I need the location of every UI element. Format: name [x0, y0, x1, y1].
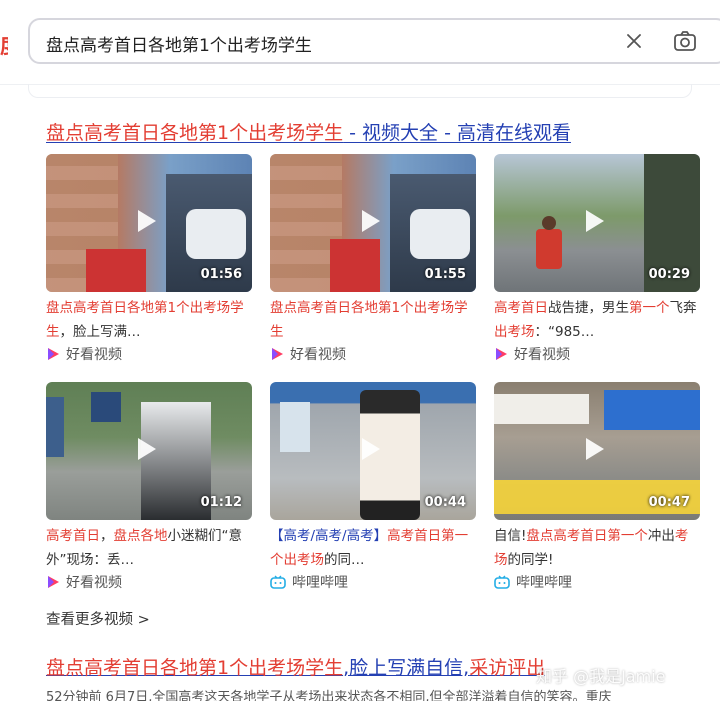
video-card[interactable]: 00:47 自信!盘点高考首日第一个冲出考场的同学! 哔哩哔哩 — [494, 382, 704, 610]
video-card[interactable]: 01:55 盘点高考首日各地第1个出考场学生 好看视频 — [270, 154, 480, 382]
logo-fragment: 度 — [0, 30, 8, 60]
video-title[interactable]: 盘点高考首日各地第1个出考场学生，脸上写满… — [46, 296, 252, 344]
video-source[interactable]: 哔哩哔哩 — [494, 572, 572, 592]
source-name: 好看视频 — [514, 347, 570, 363]
more-videos-link[interactable]: 查看更多视频 > — [46, 608, 150, 629]
video-duration: 00:44 — [424, 495, 466, 510]
video-thumbnail[interactable]: 00:47 — [494, 382, 700, 520]
source-name: 哔哩哔哩 — [516, 575, 572, 591]
source-name: 好看视频 — [66, 575, 122, 591]
title-part: 盘点高考首日各地第1个出考场学生 — [270, 300, 468, 340]
result-title-link[interactable]: 盘点高考首日各地第1个出考场学生,脸上写满自信,采访评出 — [46, 653, 545, 680]
title-highlight: 盘点高考首日各地第1个出考场学生 — [46, 657, 344, 679]
video-source[interactable]: 好看视频 — [46, 344, 122, 364]
play-icon — [138, 438, 156, 460]
video-title[interactable]: 高考首日，盘点各地小迷糊们“意外”现场：丢… — [46, 524, 252, 572]
search-input[interactable]: 盘点高考首日各地第1个出考场学生 — [28, 18, 720, 64]
haokan-icon — [496, 348, 507, 360]
video-thumbnail[interactable]: 01:55 — [270, 154, 476, 292]
search-results-page: 度 盘点高考首日各地第1个出考场学生 盘点高考首日各地第1个出考场学生 - 视频… — [0, 0, 720, 701]
video-source[interactable]: 哔哩哔哩 — [270, 572, 348, 592]
title-part: 的同… — [324, 552, 365, 568]
video-title[interactable]: 高考首日战告捷，男生第一个飞奔出考场：“985… — [494, 296, 700, 344]
bilibili-icon — [494, 575, 510, 589]
video-thumbnail[interactable]: 00:29 — [494, 154, 700, 292]
title-part: ，脸上写满… — [59, 324, 141, 340]
title-part: 冲出 — [647, 528, 675, 544]
haokan-icon — [48, 348, 59, 360]
title-part: 高考首日 — [494, 300, 548, 316]
previous-card-edge — [28, 84, 692, 98]
video-source[interactable]: 好看视频 — [46, 572, 122, 592]
play-icon — [586, 438, 604, 460]
title-part: ， — [100, 528, 114, 544]
video-card[interactable]: 00:29 高考首日战告捷，男生第一个飞奔出考场：“985… 好看视频 — [494, 154, 704, 382]
title-part: 战告捷，男生 — [548, 300, 629, 316]
video-title[interactable]: 【高考/高考/高考】高考首日第一个出考场的同… — [270, 524, 476, 572]
video-title[interactable]: 自信!盘点高考首日第一个冲出考场的同学! — [494, 524, 700, 572]
title-rest: ,脸上写满自信, — [343, 657, 470, 679]
video-source[interactable]: 好看视频 — [270, 344, 346, 364]
title-part: 盘点高考首日第一个 — [526, 528, 648, 544]
video-title[interactable]: 盘点高考首日各地第1个出考场学生 — [270, 296, 476, 344]
title-rest: - 视频大全 - 高清在线观看 — [343, 122, 571, 144]
video-card[interactable]: 01:12 高考首日，盘点各地小迷糊们“意外”现场：丢… 好看视频 — [46, 382, 256, 610]
play-icon — [362, 210, 380, 232]
haokan-icon — [272, 348, 283, 360]
source-name: 好看视频 — [290, 347, 346, 363]
video-duration: 01:56 — [200, 267, 242, 282]
video-card[interactable]: 01:56 盘点高考首日各地第1个出考场学生，脸上写满… 好看视频 — [46, 154, 256, 382]
video-duration: 01:55 — [424, 267, 466, 282]
video-thumbnail[interactable]: 01:56 — [46, 154, 252, 292]
result-title-link[interactable]: 盘点高考首日各地第1个出考场学生 - 视频大全 - 高清在线观看 — [46, 118, 571, 145]
play-icon — [138, 210, 156, 232]
result-snippet: 52分钟前 6月7日,全国高考这天各地学子从考场出来状态各不相同,但全部洋溢着自… — [46, 690, 612, 701]
video-thumbnail[interactable]: 00:44 — [270, 382, 476, 520]
search-query[interactable]: 盘点高考首日各地第1个出考场学生 — [46, 31, 312, 56]
video-thumbnail[interactable]: 01:12 — [46, 382, 252, 520]
video-duration: 00:29 — [648, 267, 690, 282]
title-part: 【高考/高考/高考】 — [270, 528, 388, 544]
title-part: 盘点各地 — [113, 528, 168, 544]
video-duration: 01:12 — [200, 495, 242, 510]
source-name: 好看视频 — [66, 347, 122, 363]
title-part: 第一个 — [629, 300, 670, 316]
clear-icon[interactable] — [623, 30, 645, 52]
video-source[interactable]: 好看视频 — [494, 344, 570, 364]
title-part: 的同学! — [507, 552, 554, 568]
title-part: 出考场 — [494, 324, 535, 340]
play-icon — [362, 438, 380, 460]
title-tail: 采访评出 — [469, 657, 546, 679]
title-part: 高考首日 — [46, 528, 100, 544]
watermark: 知乎 @我是Jamie — [536, 667, 666, 686]
haokan-icon — [48, 576, 59, 588]
camera-icon[interactable] — [672, 29, 698, 53]
title-part: ：“985… — [534, 324, 595, 340]
video-duration: 00:47 — [648, 495, 690, 510]
source-name: 哔哩哔哩 — [292, 575, 348, 591]
play-icon — [586, 210, 604, 232]
bilibili-icon — [270, 575, 286, 589]
title-part: 飞奔 — [669, 300, 697, 316]
video-card[interactable]: 00:44 【高考/高考/高考】高考首日第一个出考场的同… 哔哩哔哩 — [270, 382, 480, 610]
title-highlight: 盘点高考首日各地第1个出考场学生 — [46, 122, 344, 144]
title-part: 自信! — [494, 528, 527, 544]
